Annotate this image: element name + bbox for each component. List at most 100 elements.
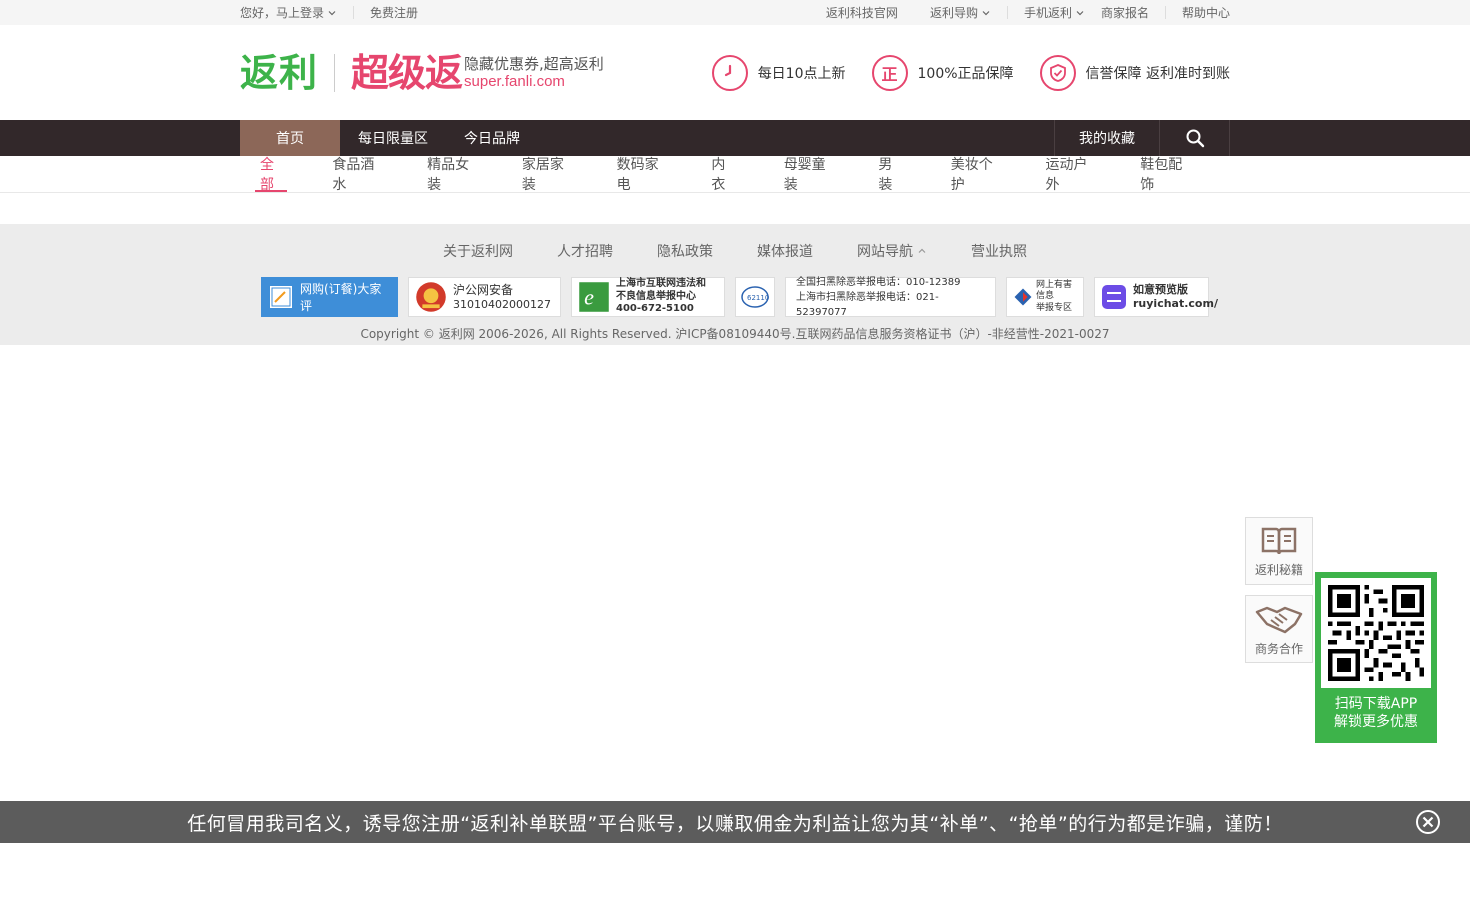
footer-about[interactable]: 关于返利网 xyxy=(443,241,513,261)
genuine-icon: 正 xyxy=(871,54,908,91)
review-badge[interactable]: 网购(订餐)大家评 xyxy=(261,277,398,317)
qr-line1: 扫码下载APP xyxy=(1334,696,1418,712)
merchant-link[interactable]: 商家报名 xyxy=(1101,4,1165,21)
nav-home[interactable]: 首页 xyxy=(240,120,340,156)
police-badge[interactable]: 沪公网安备 31010402000127 xyxy=(408,277,561,317)
merchant-label: 商家报名 xyxy=(1100,6,1149,20)
category-women[interactable]: 精品女装 xyxy=(422,156,477,193)
category-kids[interactable]: 母婴童装 xyxy=(779,156,834,193)
svg-text:e: e xyxy=(584,284,594,309)
business-cooperation-button[interactable]: 商务合作 xyxy=(1245,595,1313,663)
super-fanli-logo: 超级返 xyxy=(351,50,463,95)
shield-check-icon xyxy=(1039,54,1076,91)
cyber-110-icon: 62110 xyxy=(741,286,769,308)
help-label: 帮助中心 xyxy=(1181,6,1230,20)
search-button[interactable] xyxy=(1160,120,1230,156)
ruyi-url: ruyichat.com/ xyxy=(1133,297,1218,310)
slogan-domain: super.fanli.com xyxy=(464,72,565,90)
report-line2: 不良信息举报中心 xyxy=(616,290,696,302)
category-beauty[interactable]: 美妆个护 xyxy=(946,156,1001,193)
promise-new-daily: 每日10点上新 xyxy=(711,54,846,91)
ruyi-name: 如意预览版 xyxy=(1133,283,1188,297)
business-cooperation-label: 商务合作 xyxy=(1254,641,1303,656)
fanli-guide-button[interactable]: 返利秘籍 xyxy=(1245,517,1313,585)
promise-text: 100%正品保障 xyxy=(917,65,1014,82)
category-bar: 全部 食品酒水 精品女装 家居家装 数码家电 内衣 母婴童装 男装 美妆个护 运… xyxy=(0,156,1470,193)
promise-genuine: 正 100%正品保障 xyxy=(871,54,1014,91)
header: 返利 超级返 隐藏优惠券,超高返利 super.fanli.com 每日10点上… xyxy=(0,25,1470,120)
slogan-text: 隐藏优惠券,超高返利 xyxy=(464,54,604,73)
harmful-info-icon xyxy=(1014,288,1032,306)
logo[interactable]: 返利 超级返 隐藏优惠券,超高返利 super.fanli.com xyxy=(240,50,604,95)
report-phone: 400-672-5100 xyxy=(616,303,694,315)
close-icon[interactable] xyxy=(1415,809,1441,835)
top-bar: 您好，马上登录 免费注册 返利科技官网 返利导购 手机返利 商家报名 帮助中心 xyxy=(0,0,1470,25)
promise-credit: 信誉保障 返利准时到账 xyxy=(1039,54,1230,91)
harmful-info-badge[interactable]: 网上有害信息 举报专区 xyxy=(1006,277,1084,317)
qr-code-icon xyxy=(1328,585,1424,681)
category-all[interactable]: 全部 xyxy=(255,156,288,193)
qr-code xyxy=(1321,578,1431,688)
category-underwear[interactable]: 内衣 xyxy=(706,156,738,193)
search-icon xyxy=(1186,129,1204,148)
footer-sitemap[interactable]: 网站导航 xyxy=(857,241,927,261)
category-bags[interactable]: 鞋包配饰 xyxy=(1135,156,1190,193)
fraud-warning-text: 任何冒用我司名义，诱导您注册“返利补单联盟”平台账号，以赚取佣金为利益让您为其“… xyxy=(187,812,1283,835)
register-label: 免费注册 xyxy=(370,6,419,20)
chevron-down-icon xyxy=(982,10,990,15)
favorites-link[interactable]: 我的收藏 xyxy=(1055,120,1160,156)
footer-jobs[interactable]: 人才招聘 xyxy=(557,241,613,261)
review-icon xyxy=(270,286,292,308)
anti-crime-badge[interactable]: 全国扫黑除恶举报电话：010-12389 上海市扫黑除恶举报电话：021-5239… xyxy=(785,276,996,318)
promise-text: 每日10点上新 xyxy=(757,65,846,82)
register-link[interactable]: 免费注册 xyxy=(354,4,434,21)
login-link[interactable]: 您好，马上登录 xyxy=(240,4,353,21)
report-line1: 上海市互联网违法和 xyxy=(616,278,706,290)
handshake-icon xyxy=(1255,606,1303,633)
main-nav: 首页 每日限量区 今日品牌 我的收藏 xyxy=(0,120,1470,156)
review-label: 网购(订餐)大家评 xyxy=(300,282,382,313)
guide-menu-label: 返利导购 xyxy=(929,6,978,20)
cyber-110-badge[interactable]: 62110 xyxy=(735,277,775,317)
footer: 关于返利网 人才招聘 隐私政策 媒体报道 网站导航 营业执照 网购(订餐)大家评… xyxy=(0,224,1470,345)
report-center-badge[interactable]: e 上海市互联网违法和 不良信息举报中心 400-672-5100 xyxy=(571,277,725,317)
harmful-info-line2: 举报专区 xyxy=(1036,302,1073,313)
footer-privacy[interactable]: 隐私政策 xyxy=(657,241,713,261)
anti-crime-line1: 全国扫黑除恶举报电话：010-12389 xyxy=(796,276,961,288)
anti-crime-line2: 上海市扫黑除恶举报电话：021-52397077 xyxy=(796,291,939,318)
fanli-tech-link[interactable]: 返利科技官网 xyxy=(810,4,914,21)
police-title: 沪公网安备 xyxy=(453,282,514,297)
fraud-warning-bar: 任何冒用我司名义，诱导您注册“返利补单联盟”平台账号，以赚取佣金为利益让您为其“… xyxy=(0,801,1470,843)
book-icon xyxy=(1261,527,1297,554)
help-link[interactable]: 帮助中心 xyxy=(1166,4,1230,21)
app-download-qr[interactable]: 扫码下载APP 解锁更多优惠 xyxy=(1315,572,1437,743)
promise-text: 信誉保障 返利准时到账 xyxy=(1085,65,1230,82)
fanli-logo: 返利 xyxy=(240,50,319,95)
clock-icon xyxy=(711,54,748,91)
category-food[interactable]: 食品酒水 xyxy=(327,156,382,193)
category-digital[interactable]: 数码家电 xyxy=(612,156,667,193)
category-men[interactable]: 男装 xyxy=(873,156,905,193)
nav-brands[interactable]: 今日品牌 xyxy=(446,120,538,156)
harmful-info-line1: 网上有害信息 xyxy=(1036,280,1073,302)
ruyi-logo-icon xyxy=(1102,285,1126,309)
guide-menu[interactable]: 返利导购 xyxy=(914,4,1007,21)
login-label: 您好，马上登录 xyxy=(240,6,325,20)
category-sports[interactable]: 运动户外 xyxy=(1041,156,1096,193)
promises: 每日10点上新 正 100%正品保障 信誉保障 返利准时到账 xyxy=(686,54,1230,91)
footer-license[interactable]: 营业执照 xyxy=(971,241,1027,261)
report-e-icon: e xyxy=(579,282,609,312)
qr-line2: 解锁更多优惠 xyxy=(1334,714,1418,731)
mobile-menu[interactable]: 手机返利 xyxy=(1008,4,1101,21)
category-home[interactable]: 家居家装 xyxy=(517,156,572,193)
svg-text:62110: 62110 xyxy=(747,294,769,302)
chevron-down-icon xyxy=(328,10,336,15)
logo-divider xyxy=(334,53,336,92)
nav-limited[interactable]: 每日限量区 xyxy=(340,120,446,156)
chevron-down-icon xyxy=(1076,10,1084,15)
logo-slogan: 隐藏优惠券,超高返利 super.fanli.com xyxy=(464,55,604,91)
police-number: 31010402000127 xyxy=(453,297,551,311)
ruyi-badge[interactable]: 如意预览版 ruyichat.com/ xyxy=(1094,277,1218,317)
chevron-up-icon xyxy=(918,248,926,253)
footer-media[interactable]: 媒体报道 xyxy=(757,241,813,261)
